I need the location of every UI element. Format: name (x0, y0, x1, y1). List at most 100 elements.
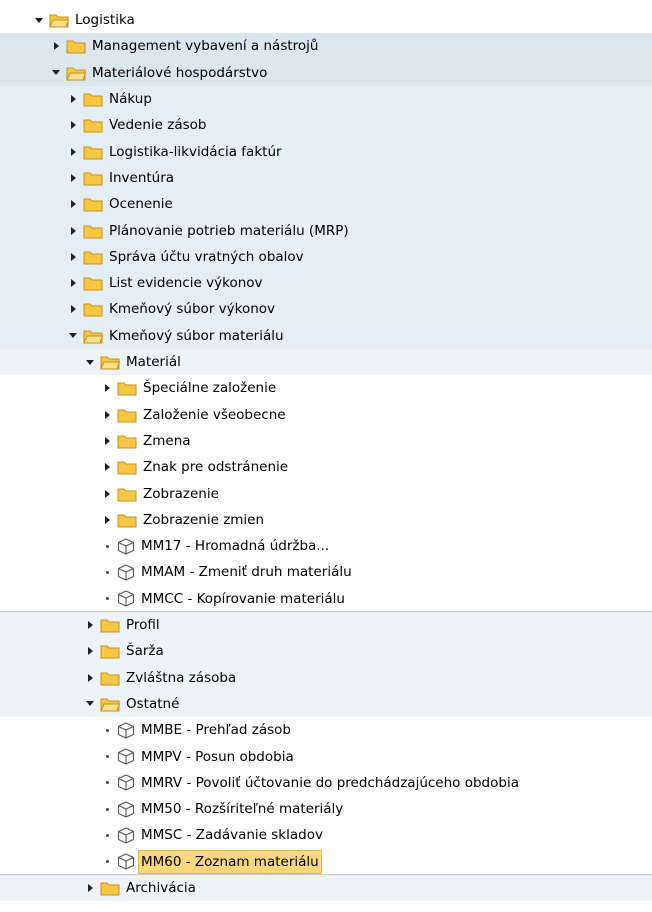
triangle-right-icon[interactable] (101, 489, 113, 498)
tree-node-folder[interactable]: Zmena (0, 428, 652, 454)
tree-node-transaction[interactable]: MMBE - Prehľad zásob (0, 717, 652, 743)
triangle-right-icon[interactable] (84, 884, 96, 893)
folder-icon (83, 249, 103, 265)
tree-node-folder[interactable]: Zobrazenie (0, 480, 652, 506)
folder-icon (83, 144, 103, 160)
tree-node-folder[interactable]: Zobrazenie zmien (0, 507, 652, 533)
tree-node-label: Šarža (126, 643, 164, 660)
menu-tree: Logistika Management vybavení a nástrojů M… (0, 0, 652, 912)
tree-node-transaction[interactable]: MMAM - Zmeniť druh materiálu (0, 559, 652, 585)
folder-icon (83, 196, 103, 212)
triangle-right-icon[interactable] (84, 673, 96, 682)
tree-node-folder[interactable]: Profil (0, 612, 652, 638)
tree-node-transaction[interactable]: MMSC - Zadávanie skladov (0, 822, 652, 848)
tree-node-transaction[interactable]: MM17 - Hromadná údržba... (0, 533, 652, 559)
bullet-icon (101, 781, 113, 785)
cube-icon (117, 564, 135, 581)
tree-node-transaction[interactable]: MMPV - Posun obdobia (0, 743, 652, 769)
tree-node-label: Logistika-likvidácia faktúr (109, 143, 282, 160)
tree-node-label: MMCC - Kopírovanie materiálu (141, 590, 345, 607)
folder-icon (117, 486, 137, 502)
tree-node-folder[interactable]: Archivácia (0, 875, 652, 901)
triangle-right-icon[interactable] (67, 279, 79, 288)
tree-node-label: Zvláštna zásoba (126, 669, 237, 686)
tree-node-label: Profil (126, 617, 160, 634)
tree-node-label: MM17 - Hromadná údržba... (141, 538, 330, 555)
tree-node-folder[interactable]: Zvláštna zásoba (0, 665, 652, 691)
triangle-right-icon[interactable] (101, 463, 113, 472)
tree-node-folder[interactable]: Logistika (0, 7, 652, 33)
triangle-right-icon[interactable] (67, 173, 79, 182)
triangle-right-icon[interactable] (67, 95, 79, 104)
tree-node-folder[interactable]: Logistika-likvidácia faktúr (0, 139, 652, 165)
folder-icon (83, 223, 103, 239)
tree-node-transaction[interactable]: MM60 - Zoznam materiálu (0, 849, 652, 875)
tree-node-folder[interactable]: Inventúra (0, 165, 652, 191)
tree-node-folder[interactable]: Nákup (0, 86, 652, 112)
tree-node-folder[interactable]: Kmeňový súbor výkonov (0, 296, 652, 322)
triangle-right-icon[interactable] (101, 410, 113, 419)
tree-node-transaction[interactable]: MMRV - Povoliť účtovanie do predchádzajú… (0, 770, 652, 796)
triangle-right-icon[interactable] (101, 436, 113, 445)
tree-node-label: Správa účtu vratných obalov (109, 248, 304, 265)
tree-node-folder[interactable]: Založenie všeobecne (0, 402, 652, 428)
tree-node-transaction[interactable]: MM50 - Rozšíriteľné materiály (0, 796, 652, 822)
tree-node-transaction[interactable]: MMCC - Kopírovanie materiálu (0, 586, 652, 612)
triangle-right-icon[interactable] (67, 147, 79, 156)
folder-icon (83, 117, 103, 133)
triangle-down-icon[interactable] (50, 70, 62, 76)
tree-node-folder[interactable]: Ocenenie (0, 191, 652, 217)
tree-node-label: List evidencie výkonov (109, 275, 263, 292)
tree-node-label: Zmena (143, 432, 191, 449)
cube-icon (117, 774, 135, 791)
folder-icon (117, 380, 137, 396)
folder-icon (83, 91, 103, 107)
tree-node-folder[interactable]: Management vybavení a nástrojů (0, 33, 652, 59)
folder-open-icon (83, 328, 103, 344)
tree-node-label: MMSC - Zadávanie skladov (141, 827, 323, 844)
triangle-right-icon[interactable] (84, 621, 96, 630)
triangle-right-icon[interactable] (84, 647, 96, 656)
triangle-right-icon[interactable] (67, 226, 79, 235)
tree-node-folder[interactable]: Materiálové hospodárstvo (0, 60, 652, 86)
triangle-right-icon[interactable] (67, 305, 79, 314)
triangle-right-icon[interactable] (67, 121, 79, 130)
tree-node-folder[interactable]: Ostatné (0, 691, 652, 717)
bullet-icon (101, 544, 113, 548)
tree-node-folder[interactable]: Vedenie zásob (0, 112, 652, 138)
cube-icon (117, 827, 135, 844)
tree-node-label: Ocenenie (109, 196, 173, 213)
folder-open-icon (100, 354, 120, 370)
tree-node-folder[interactable]: Šarža (0, 638, 652, 664)
folder-icon (117, 433, 137, 449)
tree-node-folder[interactable]: Znak pre odstránenie (0, 454, 652, 480)
tree-node-label: Ostatné (126, 695, 180, 712)
triangle-right-icon[interactable] (67, 200, 79, 209)
tree-node-label: Znak pre odstránenie (143, 459, 289, 476)
triangle-right-icon[interactable] (101, 384, 113, 393)
cube-icon (117, 590, 135, 607)
triangle-right-icon[interactable] (50, 42, 62, 51)
folder-icon (117, 459, 137, 475)
folder-icon (100, 880, 120, 896)
bullet-icon (101, 597, 113, 601)
tree-node-folder[interactable]: Plánovanie potrieb materiálu (MRP) (0, 217, 652, 243)
tree-node-folder[interactable]: Materiál (0, 349, 652, 375)
triangle-down-icon[interactable] (33, 17, 45, 23)
tree-node-folder[interactable]: Správa účtu vratných obalov (0, 244, 652, 270)
folder-icon (83, 301, 103, 317)
tree-node-label-selected: MM60 - Zoznam materiálu (138, 849, 322, 874)
bullet-icon (101, 860, 113, 864)
tree-node-label: MMBE - Prehľad zásob (141, 722, 291, 739)
folder-icon (100, 617, 120, 633)
triangle-down-icon[interactable] (84, 701, 96, 707)
folder-icon (117, 407, 137, 423)
tree-node-label: Materiál (126, 354, 181, 371)
tree-node-folder[interactable]: Špeciálne založenie (0, 375, 652, 401)
triangle-right-icon[interactable] (67, 252, 79, 261)
triangle-down-icon[interactable] (67, 333, 79, 339)
tree-node-folder[interactable]: List evidencie výkonov (0, 270, 652, 296)
triangle-right-icon[interactable] (101, 515, 113, 524)
tree-node-folder[interactable]: Kmeňový súbor materiálu (0, 323, 652, 349)
triangle-down-icon[interactable] (84, 359, 96, 365)
